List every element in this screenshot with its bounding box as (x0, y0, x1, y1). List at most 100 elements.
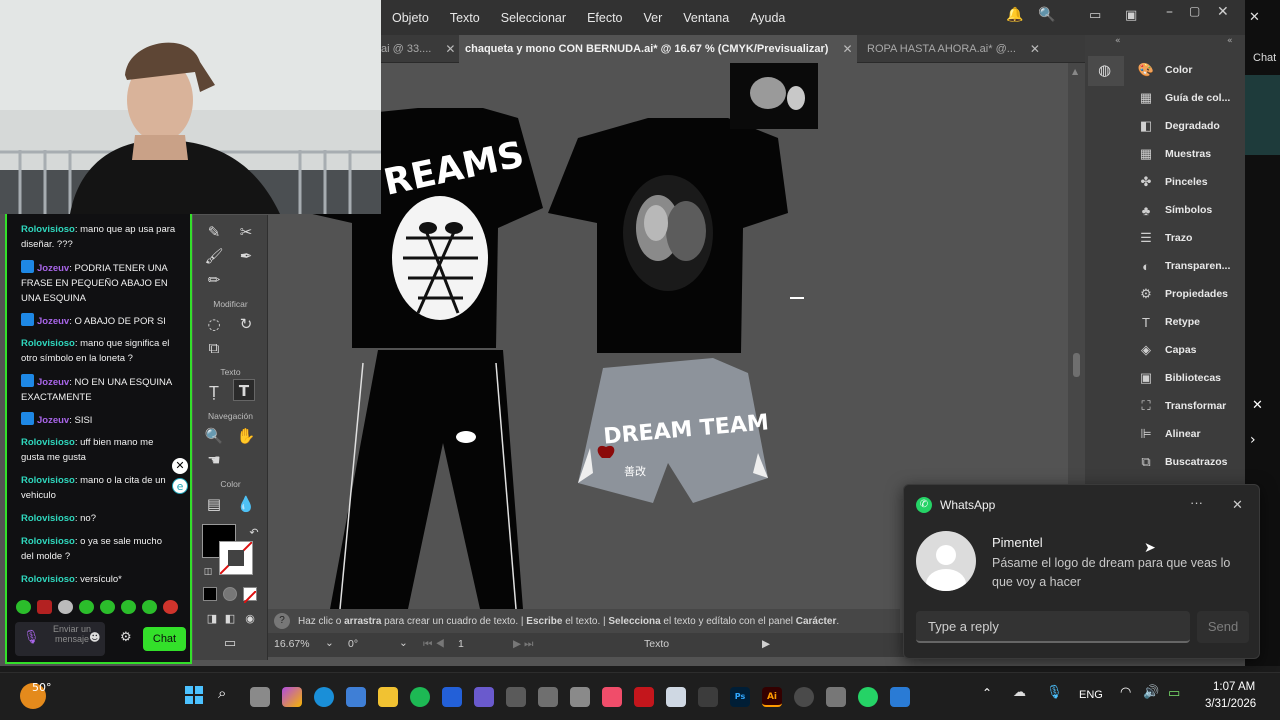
screen-mode-icon[interactable]: ▭ (219, 633, 241, 655)
chat-send-button[interactable]: Chat (143, 627, 186, 651)
app-icon[interactable] (698, 687, 718, 707)
panel-stroke[interactable]: ☰ Trazo (1134, 224, 1244, 252)
collapse-icon[interactable]: « (1115, 36, 1121, 46)
type-tool-icon[interactable]: T (233, 379, 255, 401)
emote-icon[interactable] (58, 600, 73, 614)
close-icon[interactable]: ✕ (445, 42, 455, 56)
emote-icon[interactable] (79, 600, 94, 614)
stroke-swatch[interactable] (219, 541, 253, 575)
menu-texto[interactable]: Texto (439, 11, 490, 25)
emote-icon[interactable] (16, 600, 31, 614)
lasso-icon[interactable]: ◌ (203, 313, 225, 335)
emote-icon[interactable] (100, 600, 115, 614)
netflix-icon[interactable] (634, 687, 654, 707)
panel-layers[interactable]: ◈ Capas (1134, 336, 1244, 364)
menu-objeto[interactable]: Objeto (381, 11, 439, 25)
close-icon[interactable]: ✕ (1030, 42, 1040, 56)
menu-ventana[interactable]: Ventana (672, 11, 739, 25)
app-icon[interactable] (794, 687, 814, 707)
search-icon[interactable]: ⌕ (218, 684, 226, 702)
shorts-dream-team[interactable]: DREAM TEAM 善改 (578, 358, 770, 503)
search-icon[interactable]: 🔍 (1038, 7, 1055, 23)
menu-ayuda[interactable]: Ayuda (739, 11, 795, 25)
first-artboard-icon[interactable]: ⏮ ◀ (423, 638, 445, 651)
panel-pathfinder[interactable]: ⧉ Buscatrazos (1134, 448, 1244, 476)
none-mode-icon[interactable] (243, 587, 257, 604)
file-explorer-icon[interactable] (378, 687, 398, 707)
illustrator-icon[interactable]: Ai (762, 687, 782, 707)
emoji-icon[interactable]: ☻ (89, 631, 100, 644)
emote-icon[interactable] (37, 600, 52, 614)
volume-icon[interactable]: 🔊 (1143, 685, 1159, 700)
app-icon[interactable] (506, 687, 526, 707)
scroll-thumb[interactable] (1073, 353, 1080, 377)
gear-icon[interactable]: ⚙ (120, 630, 132, 645)
next-artboard-icon[interactable]: ▶ ⏭ (513, 638, 533, 651)
close-icon[interactable]: ✕ (172, 458, 188, 474)
app-icon[interactable] (538, 687, 558, 707)
bell-icon[interactable]: 🔔 (1006, 7, 1023, 23)
close-icon[interactable]: ✕ (842, 42, 852, 56)
app-icon[interactable] (474, 687, 494, 707)
menu-efecto[interactable]: Efecto (576, 11, 632, 25)
shape-builder-icon[interactable]: ⧉ (203, 337, 225, 359)
tab-doc-3[interactable]: ROPA HASTA AHORA.ai* @... ✕ (867, 35, 1047, 63)
app-icon[interactable] (666, 687, 686, 707)
microphone-icon[interactable]: 🎙 (1046, 685, 1063, 700)
close-icon[interactable]: ✕ (1252, 398, 1263, 413)
minimize-icon[interactable]: – (1166, 4, 1173, 20)
rotation-value[interactable]: 0° (348, 638, 358, 650)
panel-brushes[interactable]: ✤ Pinceles (1134, 168, 1244, 196)
panel-transform[interactable]: ⛶ Transformar (1134, 392, 1244, 420)
pants[interactable] (330, 350, 523, 609)
close-icon[interactable]: ✕ (1249, 10, 1260, 25)
wifi-icon[interactable]: ◠ (1120, 685, 1131, 700)
reply-input[interactable]: Type a reply (916, 611, 1190, 643)
photoshop-icon[interactable]: Ps (730, 687, 750, 707)
scroll-up-icon[interactable]: ▲ (1072, 67, 1078, 76)
emote-icon[interactable] (121, 600, 136, 614)
panel-transparency[interactable]: ◐ Transparen... (1134, 252, 1244, 280)
tshirt-face[interactable] (548, 118, 788, 353)
default-colors-icon[interactable]: ◫ (197, 561, 219, 583)
panel-color-guide[interactable]: ▦ Guía de col... (1134, 84, 1244, 112)
whatsapp-notification[interactable]: ✆ WhatsApp ··· ✕ Pimentel Pásame el logo… (903, 484, 1260, 659)
extension-icon[interactable]: e (172, 478, 188, 494)
color-mode-icon[interactable] (203, 587, 217, 601)
panel-libraries[interactable]: ▣ Bibliotecas (1134, 364, 1244, 392)
hand-icon[interactable]: ✋ (235, 425, 257, 447)
zoom-icon[interactable]: 🔍 (203, 425, 225, 447)
recolor-panel-button[interactable]: ◍ (1088, 56, 1124, 86)
panel-swatches[interactable]: ▦ Muestras (1134, 140, 1244, 168)
pencil-icon[interactable]: ✏ (203, 269, 225, 291)
send-button[interactable]: Send (1197, 611, 1249, 643)
chat-input[interactable]: 🎙 Enviar un mensaje ☻ (15, 622, 105, 656)
help-icon[interactable]: ? (274, 613, 290, 629)
language-indicator[interactable]: ENG (1079, 689, 1103, 701)
arrange-documents-icon[interactable]: ▭ (1089, 8, 1101, 23)
gradient-mode-icon[interactable] (223, 587, 237, 601)
tab-doc-1[interactable]: ai @ 33.... ✕ (381, 35, 459, 63)
panel-color[interactable]: 🎨 Color (1134, 56, 1244, 84)
copilot-icon[interactable] (282, 687, 302, 707)
settings-icon[interactable] (826, 687, 846, 707)
maximize-icon[interactable]: ▢ (1189, 4, 1200, 18)
pen-icon[interactable]: ✎ (203, 221, 225, 243)
clock-date[interactable]: 3/31/2026 (1205, 698, 1256, 710)
battery-icon[interactable]: ▭ (1168, 686, 1180, 701)
microphone-icon[interactable]: 🎙 (23, 630, 40, 645)
defender-icon[interactable] (442, 687, 462, 707)
menu-seleccionar[interactable]: Seleccionar (490, 11, 576, 25)
gradient-icon[interactable]: ▤ (203, 493, 225, 515)
edge-icon[interactable] (314, 687, 334, 707)
clock-time[interactable]: 1:07 AM (1213, 681, 1255, 693)
more-options-icon[interactable]: ··· (1190, 495, 1203, 510)
close-icon[interactable]: ✕ (1232, 497, 1243, 513)
spotify-icon[interactable] (410, 687, 430, 707)
panel-symbols[interactable]: ♣ Símbolos (1134, 196, 1244, 224)
windows-start-icon[interactable] (185, 686, 203, 704)
whatsapp-icon[interactable] (858, 687, 878, 707)
app-icon[interactable] (570, 687, 590, 707)
brush-icon[interactable]: 🖌 (203, 245, 225, 267)
panel-gradient[interactable]: ◧ Degradado (1134, 112, 1244, 140)
